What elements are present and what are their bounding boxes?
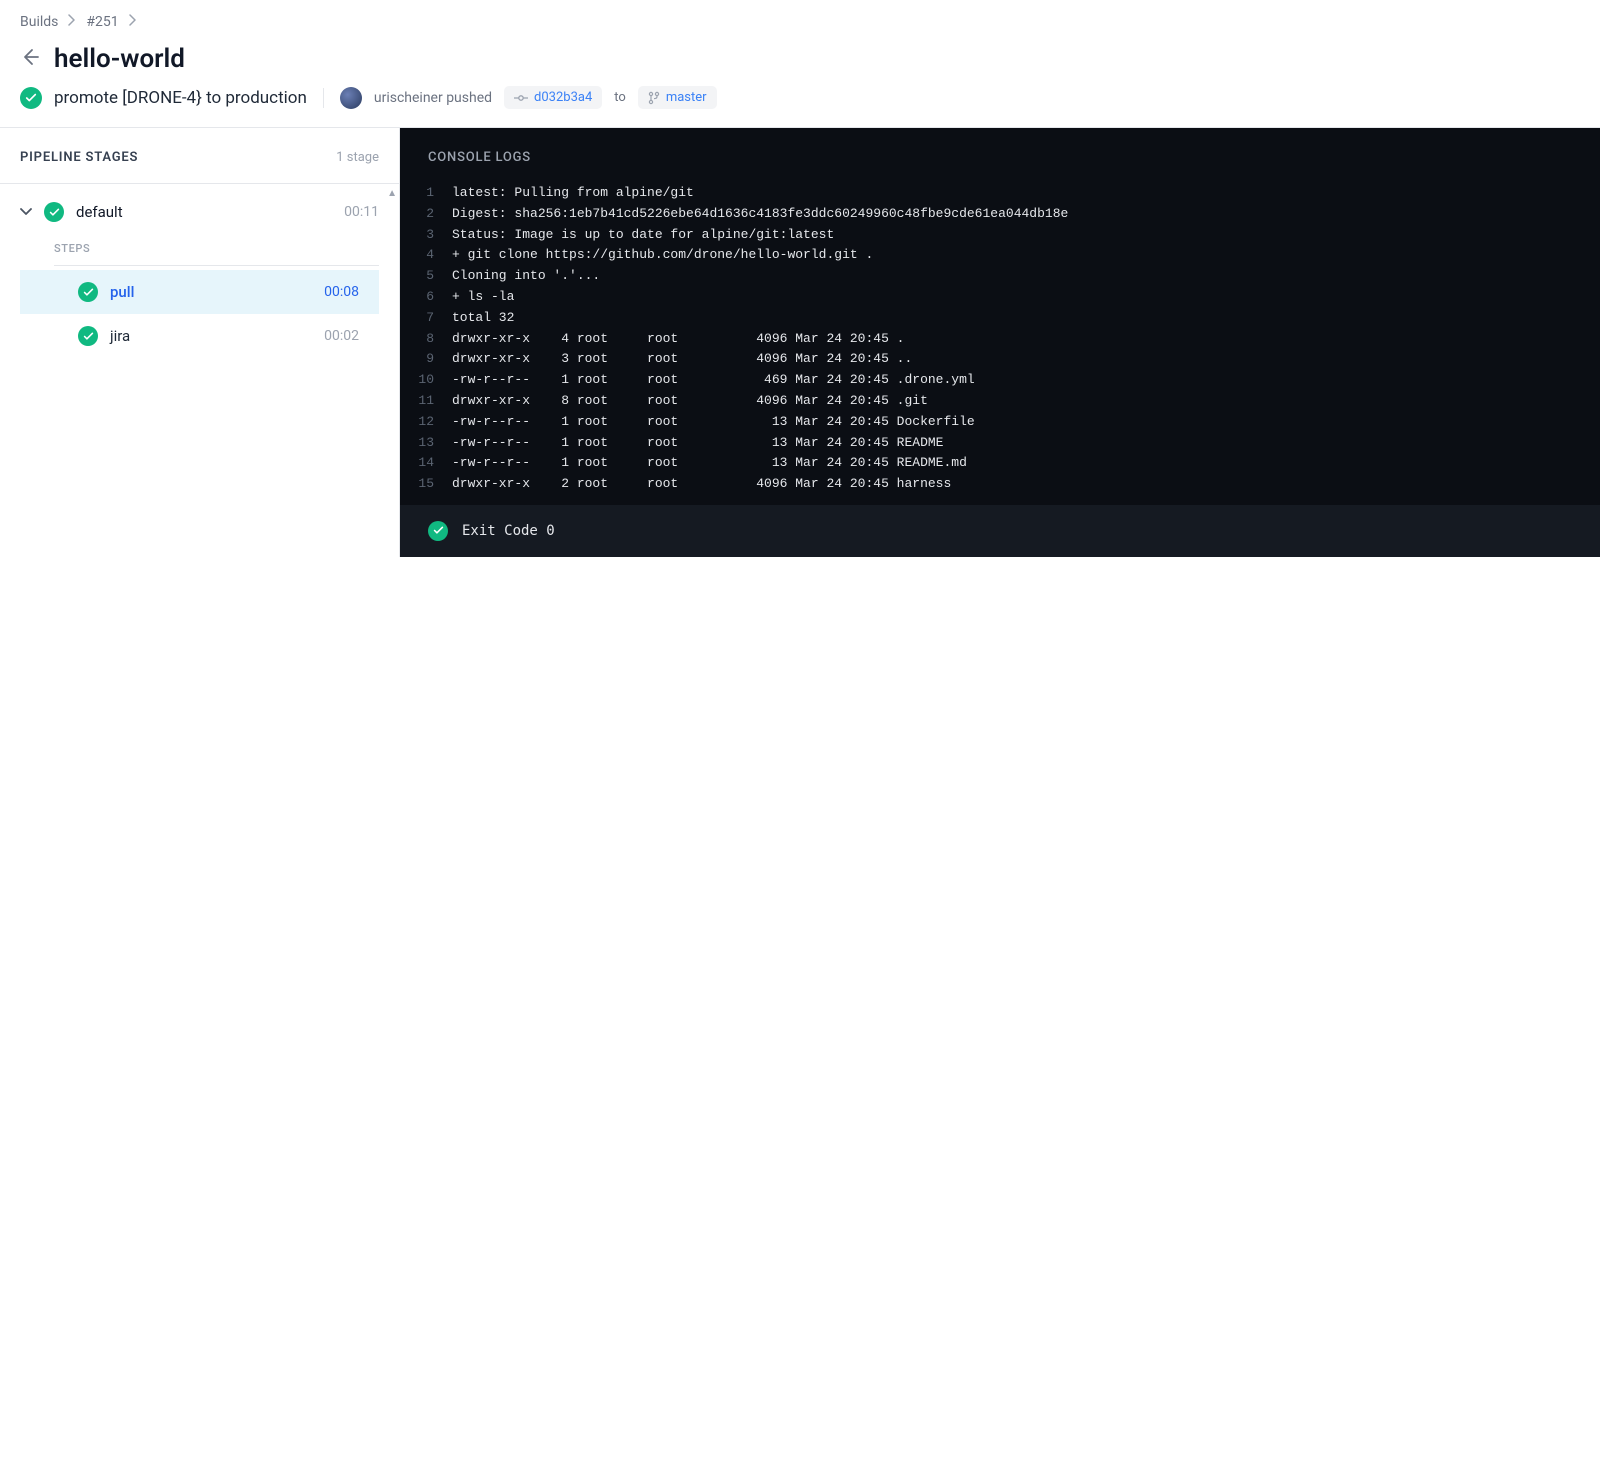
branch-icon (648, 91, 660, 105)
log-line-text: -rw-r--r-- 1 root root 13 Mar 24 20:45 D… (452, 412, 975, 433)
commit-icon (514, 93, 528, 103)
exit-code: Exit Code 0 (462, 523, 555, 539)
log-line: 8drwxr-xr-x 4 root root 4096 Mar 24 20:4… (400, 329, 1600, 350)
log-line-text: + git clone https://github.com/drone/hel… (452, 245, 873, 266)
log-line: 3Status: Image is up to date for alpine/… (400, 225, 1600, 246)
page-title: hello-world (54, 44, 185, 74)
log-line-text: latest: Pulling from alpine/git (452, 183, 694, 204)
log-line-number: 8 (400, 329, 452, 350)
log-line: 13-rw-r--r-- 1 root root 13 Mar 24 20:45… (400, 433, 1600, 454)
console-title: CONSOLE LOGS (400, 128, 1600, 179)
console-body[interactable]: 1latest: Pulling from alpine/git2Digest:… (400, 179, 1600, 505)
breadcrumb-root[interactable]: Builds (20, 14, 58, 30)
log-line-number: 1 (400, 183, 452, 204)
log-line: 6+ ls -la (400, 287, 1600, 308)
breadcrumb-build[interactable]: #251 (86, 14, 118, 30)
divider (54, 265, 379, 266)
step-duration: 00:08 (324, 284, 359, 300)
log-line: 10-rw-r--r-- 1 root root 469 Mar 24 20:4… (400, 370, 1600, 391)
chevron-down-icon (20, 204, 32, 220)
page-title-row: hello-world (0, 36, 1600, 82)
pusher-text: urischeiner pushed (374, 90, 492, 106)
log-line-number: 4 (400, 245, 452, 266)
status-success-icon (428, 521, 448, 541)
branch-name: master (666, 90, 707, 105)
step-pull[interactable]: pull 00:08 (20, 270, 379, 314)
log-line-text: -rw-r--r-- 1 root root 13 Mar 24 20:45 R… (452, 453, 967, 474)
log-line: 15drwxr-xr-x 2 root root 4096 Mar 24 20:… (400, 474, 1600, 495)
log-line-number: 10 (400, 370, 452, 391)
step-duration: 00:02 (324, 328, 359, 344)
log-line: 4+ git clone https://github.com/drone/he… (400, 245, 1600, 266)
status-success-icon (78, 282, 98, 302)
log-line: 5Cloning into '.'... (400, 266, 1600, 287)
to-text: to (614, 90, 626, 105)
log-line-text: drwxr-xr-x 4 root root 4096 Mar 24 20:45… (452, 329, 904, 350)
console: CONSOLE LOGS 1latest: Pulling from alpin… (400, 128, 1600, 557)
avatar (340, 87, 362, 109)
subtitle-row: promote [DRONE-4} to production urischei… (0, 82, 1600, 128)
log-line-text: total 32 (452, 308, 514, 329)
steps-label: STEPS (20, 228, 379, 261)
back-arrow-icon[interactable] (20, 47, 40, 71)
scroll-up-icon[interactable]: ▲ (387, 188, 397, 199)
divider (323, 88, 324, 108)
status-success-icon (20, 87, 42, 109)
stage-name: default (76, 203, 332, 221)
log-line-number: 3 (400, 225, 452, 246)
log-line: 2Digest: sha256:1eb7b41cd5226ebe64d1636c… (400, 204, 1600, 225)
log-line-number: 6 (400, 287, 452, 308)
log-line-text: drwxr-xr-x 2 root root 4096 Mar 24 20:45… (452, 474, 951, 495)
step-name: jira (110, 327, 312, 345)
stage-row[interactable]: default 00:11 (20, 196, 379, 228)
sidebar: PIPELINE STAGES 1 stage ▲ default 00:11 … (0, 128, 400, 557)
status-success-icon (78, 326, 98, 346)
log-line-text: drwxr-xr-x 3 root root 4096 Mar 24 20:45… (452, 349, 912, 370)
log-line-number: 12 (400, 412, 452, 433)
log-line: 14-rw-r--r-- 1 root root 13 Mar 24 20:45… (400, 453, 1600, 474)
log-line-text: Digest: sha256:1eb7b41cd5226ebe64d1636c4… (452, 204, 1068, 225)
subtitle-text: promote [DRONE-4} to production (54, 88, 307, 108)
log-line-text: Status: Image is up to date for alpine/g… (452, 225, 834, 246)
step-jira[interactable]: jira 00:02 (20, 314, 379, 358)
sidebar-stage-count: 1 stage (336, 150, 379, 165)
sidebar-title: PIPELINE STAGES (20, 150, 138, 165)
commit-pill[interactable]: d032b3a4 (504, 86, 602, 109)
status-success-icon (44, 202, 64, 222)
chevron-right-icon (129, 14, 137, 30)
log-line-text: drwxr-xr-x 8 root root 4096 Mar 24 20:45… (452, 391, 928, 412)
log-line: 9drwxr-xr-x 3 root root 4096 Mar 24 20:4… (400, 349, 1600, 370)
log-line-text: -rw-r--r-- 1 root root 469 Mar 24 20:45 … (452, 370, 975, 391)
log-line-number: 15 (400, 474, 452, 495)
log-line: 11drwxr-xr-x 8 root root 4096 Mar 24 20:… (400, 391, 1600, 412)
chevron-right-icon (68, 14, 76, 30)
log-line-text: -rw-r--r-- 1 root root 13 Mar 24 20:45 R… (452, 433, 943, 454)
log-line-number: 5 (400, 266, 452, 287)
log-line-number: 13 (400, 433, 452, 454)
commit-hash: d032b3a4 (534, 90, 592, 105)
branch-pill[interactable]: master (638, 86, 717, 109)
log-line: 1latest: Pulling from alpine/git (400, 183, 1600, 204)
breadcrumb: Builds #251 (0, 0, 1600, 36)
step-name: pull (110, 283, 312, 301)
log-line-number: 2 (400, 204, 452, 225)
stage-duration: 00:11 (344, 204, 379, 220)
log-line-number: 9 (400, 349, 452, 370)
log-line-number: 7 (400, 308, 452, 329)
log-line: 12-rw-r--r-- 1 root root 13 Mar 24 20:45… (400, 412, 1600, 433)
console-footer: Exit Code 0 (400, 505, 1600, 557)
log-line-number: 11 (400, 391, 452, 412)
log-line-text: + ls -la (452, 287, 514, 308)
log-line: 7total 32 (400, 308, 1600, 329)
log-line-number: 14 (400, 453, 452, 474)
log-line-text: Cloning into '.'... (452, 266, 600, 287)
